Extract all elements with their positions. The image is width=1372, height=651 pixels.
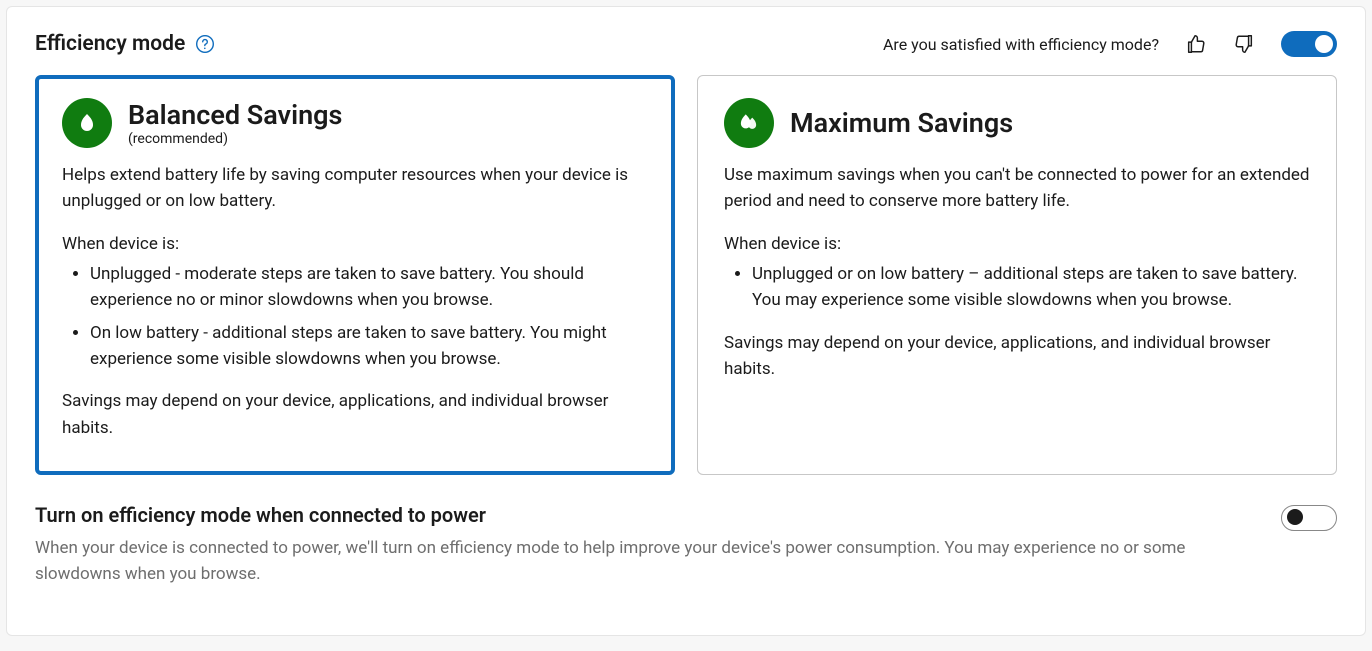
header: Efficiency mode Are you satisfied with e… <box>35 31 1337 57</box>
maximum-when-label: When device is: <box>724 231 1310 257</box>
balanced-footer: Savings may depend on your device, appli… <box>62 388 648 441</box>
thumbs-up-icon[interactable] <box>1185 33 1207 55</box>
leaf-icon <box>62 98 112 148</box>
balanced-bullet: Unplugged - moderate steps are taken to … <box>90 261 648 314</box>
maximum-title: Maximum Savings <box>790 107 1013 139</box>
balanced-bullet: On low battery - additional steps are ta… <box>90 320 648 373</box>
balanced-subtitle: (recommended) <box>128 131 342 147</box>
maximum-bullet: Unplugged or on low battery – additional… <box>752 261 1310 314</box>
maximum-desc: Use maximum savings when you can't be co… <box>724 162 1310 215</box>
power-setting-desc: When your device is connected to power, … <box>35 535 1257 588</box>
leaves-icon <box>724 98 774 148</box>
balanced-title: Balanced Savings <box>128 99 342 131</box>
feedback-question: Are you satisfied with efficiency mode? <box>883 35 1159 54</box>
balanced-savings-card[interactable]: Balanced Savings (recommended) Helps ext… <box>35 75 675 475</box>
help-icon[interactable] <box>195 34 215 54</box>
section-title: Efficiency mode <box>35 32 185 56</box>
efficiency-mode-toggle[interactable] <box>1281 31 1337 57</box>
maximum-footer: Savings may depend on your device, appli… <box>724 330 1310 383</box>
power-setting-toggle[interactable] <box>1281 505 1337 531</box>
balanced-desc: Helps extend battery life by saving comp… <box>62 162 648 215</box>
balanced-when-label: When device is: <box>62 231 648 257</box>
maximum-savings-card[interactable]: Maximum Savings Use maximum savings when… <box>697 75 1337 475</box>
power-setting-title: Turn on efficiency mode when connected t… <box>35 503 1257 527</box>
thumbs-down-icon[interactable] <box>1233 33 1255 55</box>
